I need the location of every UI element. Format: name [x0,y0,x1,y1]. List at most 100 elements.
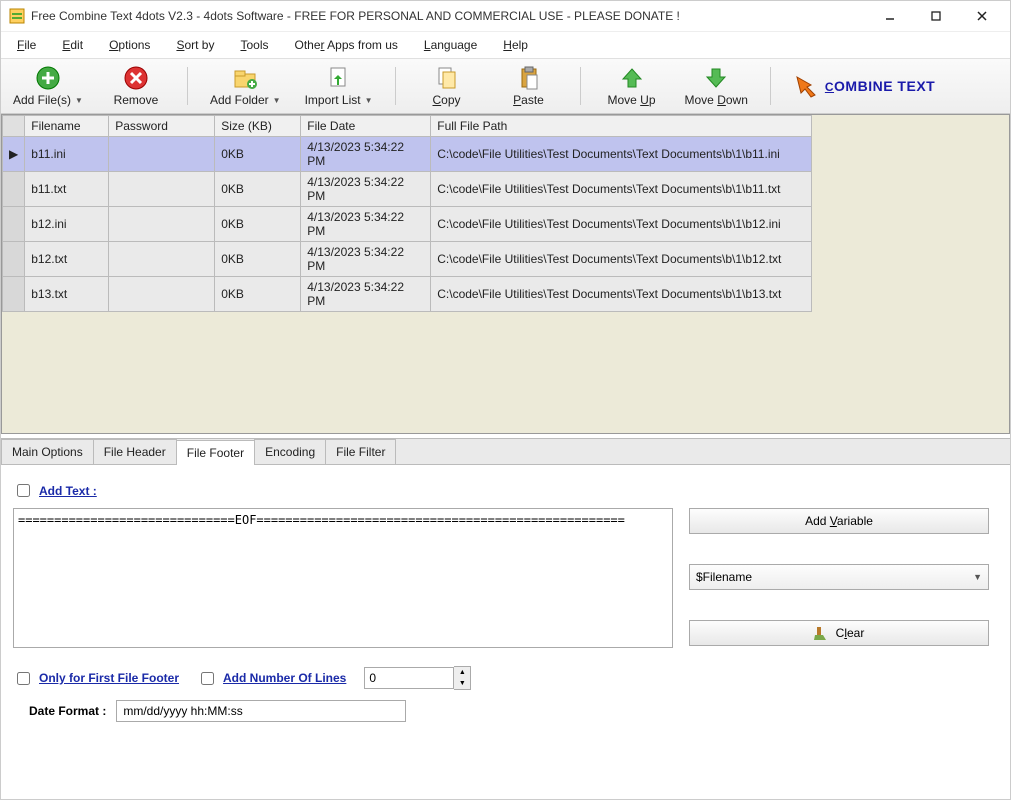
col-size[interactable]: Size (KB) [215,116,301,137]
cell-password [109,242,215,277]
separator [770,67,771,105]
row-header-corner [3,116,25,137]
menu-sortby[interactable]: Sort by [172,36,218,54]
cell-size: 0KB [215,172,301,207]
cell-path: C:\code\File Utilities\Test Documents\Te… [431,172,812,207]
cell-date: 4/13/2023 5:34:22 PM [301,207,431,242]
import-list-button[interactable]: Import List▼ [299,63,379,109]
cell-filename: b12.ini [25,207,109,242]
cell-size: 0KB [215,137,301,172]
paste-label: Paste [513,93,544,107]
tab-file-header[interactable]: File Header [93,439,177,464]
table-row[interactable]: ▶b11.ini 0KB4/13/2023 5:34:22 PMC:\code\F… [3,137,812,172]
close-button[interactable] [968,6,996,26]
row-handle[interactable] [3,242,25,277]
move-down-button[interactable]: Move Down [679,63,754,109]
minimize-button[interactable] [876,6,904,26]
cell-path: C:\code\File Utilities\Test Documents\Te… [431,242,812,277]
row-handle[interactable] [3,207,25,242]
toolbar: Add File(s)▼ Remove Add Folder▼ Import L… [1,59,1010,114]
menu-language[interactable]: Language [420,36,481,54]
tab-file-footer[interactable]: File Footer [176,440,255,465]
table-row[interactable]: b12.ini 0KB4/13/2023 5:34:22 PMC:\code\Fi… [3,207,812,242]
file-table[interactable]: Filename Password Size (KB) File Date Fu… [2,115,812,312]
menu-otherapps[interactable]: Other Apps from us [290,36,401,54]
spin-up-button[interactable]: ▲ [454,667,470,678]
menu-edit[interactable]: Edit [58,36,87,54]
cell-date: 4/13/2023 5:34:22 PM [301,137,431,172]
move-up-label: Move Up [607,93,655,107]
footer-text-input[interactable] [13,508,673,648]
tab-file-filter[interactable]: File Filter [325,439,396,464]
spin-down-button[interactable]: ▼ [454,678,470,689]
combine-label: COMBINE TEXT [825,78,935,94]
cell-path: C:\code\File Utilities\Test Documents\Te… [431,137,812,172]
col-filename[interactable]: Filename [25,116,109,137]
add-number-lines-label: Add Number Of Lines [223,671,346,685]
col-password[interactable]: Password [109,116,215,137]
menu-tools[interactable]: Tools [236,36,272,54]
cell-path: C:\code\File Utilities\Test Documents\Te… [431,277,812,312]
titlebar: Free Combine Text 4dots V2.3 - 4dots Sof… [1,1,1010,31]
cell-size: 0KB [215,242,301,277]
menubar: File Edit Options Sort by Tools Other Ap… [1,31,1010,59]
row-handle[interactable] [3,172,25,207]
row-handle[interactable] [3,277,25,312]
chevron-down-icon: ▼ [365,96,373,105]
cell-filename: b11.txt [25,172,109,207]
chevron-down-icon: ▼ [273,96,281,105]
cell-size: 0KB [215,277,301,312]
clear-button[interactable]: Clear [689,620,989,646]
cell-size: 0KB [215,207,301,242]
separator [580,67,581,105]
cell-filename: b13.txt [25,277,109,312]
copy-label: Copy [432,93,460,107]
cell-filename: b11.ini [25,137,109,172]
paste-button[interactable]: Paste [494,63,564,109]
variable-selected: $Filename [696,570,752,584]
file-footer-panel: Add Text : Add Variable $Filename ▼ Clea… [1,464,1010,764]
add-text-label: Add Text : [39,484,97,498]
clear-label: Clear [836,626,865,640]
row-handle[interactable]: ▶ [3,137,25,172]
variable-select[interactable]: $Filename ▼ [689,564,989,590]
add-number-lines-checkbox[interactable] [201,672,214,685]
col-path[interactable]: Full File Path [431,116,812,137]
add-files-button[interactable]: Add File(s)▼ [7,63,89,109]
move-up-button[interactable]: Move Up [597,63,667,109]
table-row[interactable]: b11.txt 0KB4/13/2023 5:34:22 PMC:\code\Fi… [3,172,812,207]
menu-options[interactable]: Options [105,36,154,54]
cell-date: 4/13/2023 5:34:22 PM [301,172,431,207]
cell-filename: b12.txt [25,242,109,277]
move-down-label: Move Down [685,93,748,107]
tab-encoding[interactable]: Encoding [254,439,326,464]
app-icon [9,8,25,24]
file-table-area: Filename Password Size (KB) File Date Fu… [1,114,1010,434]
add-variable-button[interactable]: Add Variable [689,508,989,534]
date-format-label: Date Format : [29,704,106,718]
remove-button[interactable]: Remove [101,63,171,109]
cell-path: C:\code\File Utilities\Test Documents\Te… [431,207,812,242]
lines-count-input[interactable] [364,667,454,689]
col-date[interactable]: File Date [301,116,431,137]
maximize-button[interactable] [922,6,950,26]
add-folder-button[interactable]: Add Folder▼ [204,63,287,109]
tab-bar: Main Options File Header File Footer Enc… [1,438,1010,464]
copy-button[interactable]: Copy [412,63,482,109]
menu-file[interactable]: File [13,36,40,54]
date-format-input[interactable] [116,700,406,722]
cell-password [109,137,215,172]
only-first-footer-checkbox[interactable] [17,672,30,685]
separator [395,67,396,105]
cell-date: 4/13/2023 5:34:22 PM [301,277,431,312]
tab-main-options[interactable]: Main Options [1,439,94,464]
menu-help[interactable]: Help [499,36,532,54]
combine-text-button[interactable]: COMBINE TEXT [787,71,941,101]
table-row[interactable]: b12.txt0KB4/13/2023 5:34:22 PMC:\code\Fi… [3,242,812,277]
add-text-checkbox[interactable] [17,484,30,497]
separator [187,67,188,105]
table-row[interactable]: b13.txt 0KB4/13/2023 5:34:22 PMC:\code\Fi… [3,277,812,312]
cell-password [109,277,215,312]
broom-icon [814,625,830,641]
chevron-down-icon: ▼ [973,572,982,582]
